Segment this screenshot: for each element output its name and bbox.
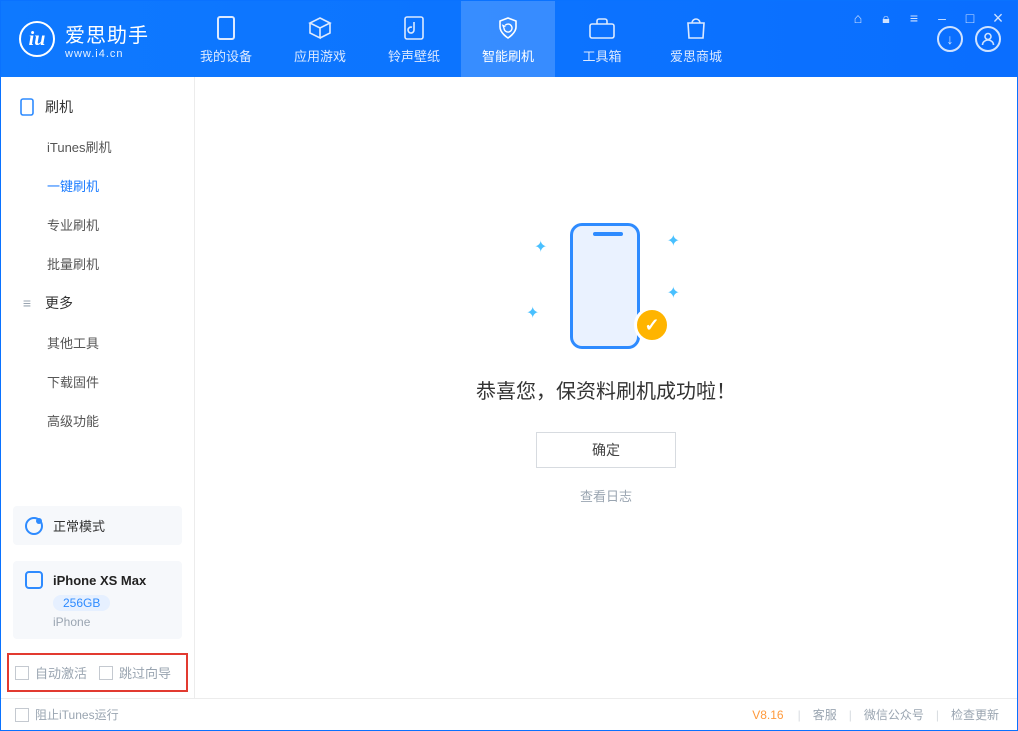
list-icon: ≡ [19, 295, 35, 311]
shopping-bag-icon [685, 14, 707, 42]
sparkle-icon: ✦ [667, 283, 680, 303]
tab-apps-games[interactable]: 应用游戏 [273, 1, 367, 77]
window-controls: ⌂ 🔒︎ ≡ – □ × [849, 1, 1017, 27]
sidebar: 刷机 iTunes刷机 一键刷机 专业刷机 批量刷机 ≡ 更多 其他工具 下载固… [1, 77, 195, 698]
refresh-shield-icon [496, 14, 520, 42]
maximize-button[interactable]: □ [961, 9, 979, 27]
tab-toolbox[interactable]: 工具箱 [555, 1, 649, 77]
mode-icon [25, 517, 43, 535]
success-message: 恭喜您，保资料刷机成功啦！ [476, 375, 736, 404]
checkbox-icon [99, 666, 113, 680]
sparkle-icon: ✦ [534, 237, 547, 257]
storage-badge: 256GB [53, 595, 110, 611]
footer: 阻止iTunes运行 V8.16 | 客服 | 微信公众号 | 检查更新 [1, 698, 1017, 730]
sidebar-item-oneclick-flash[interactable]: 一键刷机 [1, 166, 194, 205]
sidebar-item-pro-flash[interactable]: 专业刷机 [1, 205, 194, 244]
shirt-icon[interactable]: ⌂ [849, 9, 867, 27]
menu-icon[interactable]: ≡ [905, 9, 923, 27]
lock-icon[interactable]: 🔒︎ [877, 9, 895, 27]
checkbox-skip-guide[interactable]: 跳过向导 [99, 663, 171, 682]
section-more[interactable]: ≡ 更多 [1, 283, 194, 323]
phone-icon [25, 571, 43, 589]
minimize-button[interactable]: – [933, 9, 951, 27]
version-label: V8.16 [752, 708, 783, 722]
success-illustration: ✦ ✦ ✦ ✦ ✓ [506, 217, 706, 357]
phone-icon [19, 99, 35, 115]
sparkle-icon: ✦ [526, 303, 539, 323]
view-log-link[interactable]: 查看日志 [580, 486, 632, 505]
check-badge-icon: ✓ [634, 307, 670, 343]
user-button[interactable] [975, 26, 1001, 52]
sidebar-item-batch-flash[interactable]: 批量刷机 [1, 244, 194, 283]
section-title-label: 刷机 [45, 97, 73, 117]
app-site: www.i4.cn [65, 48, 149, 60]
footer-link-wechat[interactable]: 微信公众号 [860, 706, 928, 723]
main-content: ✦ ✦ ✦ ✦ ✓ 恭喜您，保资料刷机成功啦！ 确定 查看日志 [195, 77, 1017, 698]
sidebar-bottom-options: 自动激活 跳过向导 [7, 653, 188, 692]
sparkle-icon: ✦ [667, 231, 680, 251]
body: 刷机 iTunes刷机 一键刷机 专业刷机 批量刷机 ≡ 更多 其他工具 下载固… [1, 77, 1017, 698]
cube-icon [308, 14, 332, 42]
toolbox-icon [589, 14, 615, 42]
logo-area[interactable]: iu 爱思助手 www.i4.cn [1, 1, 179, 77]
sidebar-item-download-firmware[interactable]: 下载固件 [1, 362, 194, 401]
sidebar-item-itunes-flash[interactable]: iTunes刷机 [1, 127, 194, 166]
download-button[interactable]: ↓ [937, 26, 963, 52]
app-window: iu 爱思助手 www.i4.cn 我的设备 应用游戏 铃声壁纸 智能刷机 [0, 0, 1018, 731]
footer-link-support[interactable]: 客服 [809, 706, 841, 723]
sidebar-item-other-tools[interactable]: 其他工具 [1, 323, 194, 362]
ok-button[interactable]: 确定 [536, 432, 676, 468]
music-file-icon [404, 14, 424, 42]
header-tabs: 我的设备 应用游戏 铃声壁纸 智能刷机 工具箱 爱思商城 [179, 1, 743, 77]
device-icon [217, 14, 235, 42]
mode-label: 正常模式 [53, 516, 105, 535]
device-name: iPhone XS Max [53, 573, 146, 588]
footer-link-update[interactable]: 检查更新 [947, 706, 1003, 723]
checkbox-auto-activate[interactable]: 自动激活 [15, 663, 87, 682]
section-flash[interactable]: 刷机 [1, 87, 194, 127]
tab-store[interactable]: 爱思商城 [649, 1, 743, 77]
phone-illustration-icon [570, 223, 640, 349]
tab-smart-flash[interactable]: 智能刷机 [461, 1, 555, 77]
app-logo-icon: iu [19, 21, 55, 57]
section-title-label: 更多 [45, 293, 73, 313]
tab-my-device[interactable]: 我的设备 [179, 1, 273, 77]
checkbox-icon [15, 666, 29, 680]
close-button[interactable]: × [989, 9, 1007, 27]
checkbox-icon [15, 708, 29, 722]
tab-ringtones-wallpapers[interactable]: 铃声壁纸 [367, 1, 461, 77]
checkbox-stop-itunes[interactable]: 阻止iTunes运行 [15, 706, 119, 723]
device-card[interactable]: iPhone XS Max 256GB iPhone [13, 561, 182, 639]
sidebar-item-advanced[interactable]: 高级功能 [1, 401, 194, 440]
mode-card[interactable]: 正常模式 [13, 506, 182, 545]
app-name: 爱思助手 [65, 19, 149, 48]
device-type: iPhone [53, 615, 170, 629]
header: iu 爱思助手 www.i4.cn 我的设备 应用游戏 铃声壁纸 智能刷机 [1, 1, 1017, 77]
